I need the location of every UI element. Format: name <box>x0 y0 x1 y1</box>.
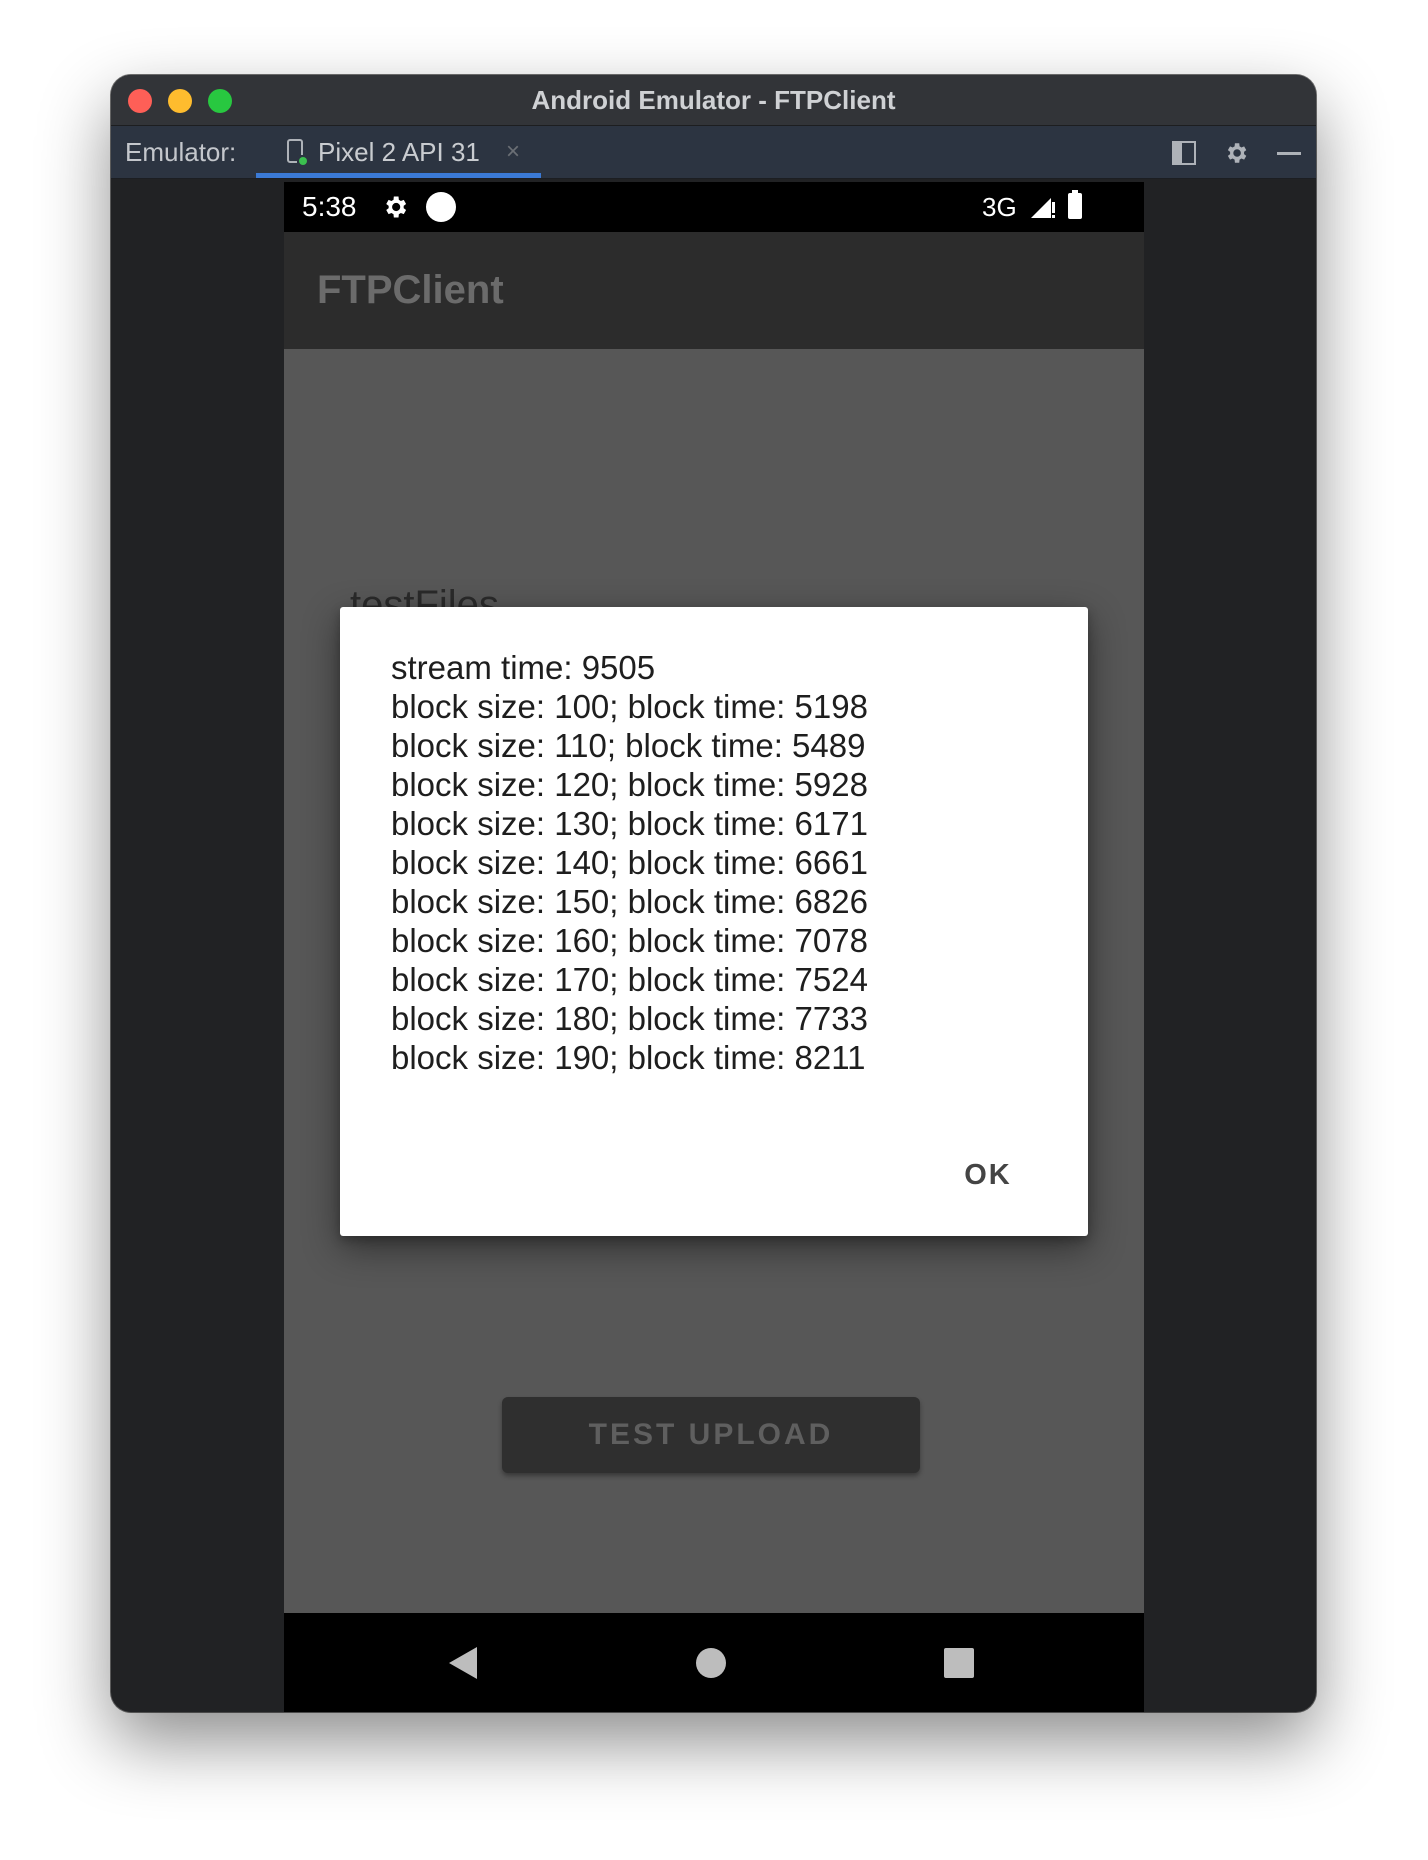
dialog-line: block size: 140; block time: 6661 <box>391 844 868 881</box>
notification-dot-icon <box>426 192 456 222</box>
active-tab-indicator <box>256 173 541 178</box>
test-upload-button[interactable]: TEST UPLOAD <box>502 1397 920 1473</box>
settings-icon <box>381 193 409 226</box>
window-title: Android Emulator - FTPClient <box>531 85 896 115</box>
dialog-line: block size: 190; block time: 8211 <box>391 1039 866 1076</box>
gear-icon[interactable] <box>1223 140 1249 171</box>
tab-close-icon[interactable]: × <box>506 126 520 178</box>
back-icon <box>449 1646 477 1679</box>
window-layout-icon[interactable] <box>1171 140 1197 171</box>
recents-icon <box>944 1647 974 1678</box>
status-time: 5:38 <box>302 191 357 222</box>
dialog-line: block size: 160; block time: 7078 <box>391 922 868 959</box>
dialog-line: block size: 100; block time: 5198 <box>391 688 868 725</box>
dialog-line: block size: 170; block time: 7524 <box>391 961 868 998</box>
tab-device[interactable]: Pixel 2 API 31 × <box>256 126 541 178</box>
minimize-icon[interactable] <box>1276 140 1302 171</box>
dialog-line: block size: 120; block time: 5928 <box>391 766 868 803</box>
signal-icon <box>1029 194 1057 225</box>
dialog-line: block size: 180; block time: 7733 <box>391 1000 868 1037</box>
dialog-line: block size: 150; block time: 6826 <box>391 883 868 920</box>
back-button[interactable] <box>424 1613 504 1712</box>
dialog-line: stream time: 9505 <box>391 649 656 686</box>
results-dialog: stream time: 9505 block size: 100; block… <box>340 607 1088 1236</box>
battery-icon <box>1068 190 1082 219</box>
app-title: FTPClient <box>317 268 504 312</box>
ok-button[interactable]: OK <box>938 1147 1038 1203</box>
emulator-toolbar: Emulator: Pixel 2 API 31 × <box>111 126 1316 179</box>
navigation-bar <box>284 1613 1144 1712</box>
device-phone-icon <box>286 139 310 172</box>
title-bar: Android Emulator - FTPClient <box>111 75 1316 126</box>
recents-button[interactable] <box>919 1613 999 1712</box>
emulator-label: Emulator: <box>125 137 237 167</box>
dialog-message: stream time: 9505 block size: 100; block… <box>391 648 868 1077</box>
dialog-line: block size: 130; block time: 6171 <box>391 805 868 842</box>
home-button[interactable] <box>671 1613 751 1712</box>
home-icon <box>696 1647 726 1678</box>
dialog-line: block size: 110; block time: 5489 <box>391 727 866 764</box>
status-bar: 5:38 3G <box>284 182 1144 232</box>
device-tab-label: Pixel 2 API 31 <box>318 137 480 167</box>
app-bar: FTPClient <box>284 232 1144 349</box>
network-type: 3G <box>982 192 1017 222</box>
